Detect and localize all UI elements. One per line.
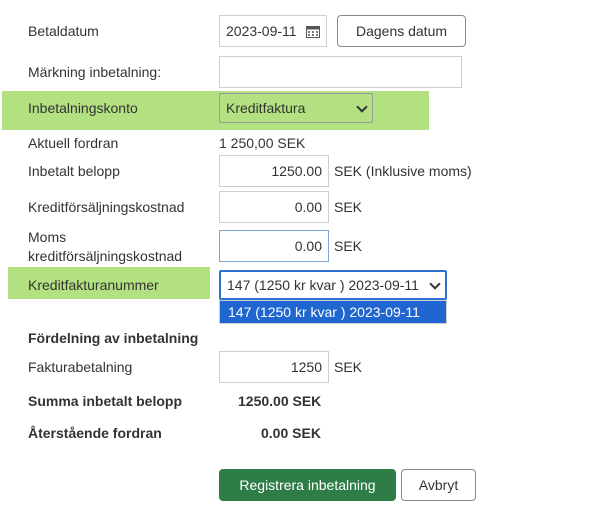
fakturabetalning-unit: SEK <box>334 359 363 375</box>
aterstaende-label: Återstående fordran <box>28 425 162 441</box>
kreditforsaljningskostnad-unit: SEK <box>334 199 363 215</box>
kreditfakturanummer-label: Kreditfakturanummer <box>28 277 159 293</box>
betaldatum-input[interactable]: 2023-09-11 <box>219 15 327 47</box>
aterstaende-value: 0.00 SEK <box>261 425 321 441</box>
aktuell-fordran-label: Aktuell fordran <box>28 135 119 151</box>
fordelning-heading: Fördelning av inbetalning <box>28 330 199 346</box>
inbetalningskonto-select[interactable]: Kreditfaktura <box>219 93 373 123</box>
inbetalningskonto-value: Kreditfaktura <box>226 100 306 116</box>
aktuell-fordran-value: 1 250,00 SEK <box>219 135 306 151</box>
fakturabetalning-input[interactable]: 1250 <box>219 351 329 383</box>
moms-input[interactable]: 0.00 <box>219 230 329 262</box>
markning-input[interactable] <box>219 56 462 88</box>
betaldatum-value: 2023-09-11 <box>226 23 297 39</box>
dropdown-option[interactable]: 147 (1250 kr kvar ) 2023-09-11 <box>220 301 446 323</box>
moms-label-line1: Moms <box>28 229 67 245</box>
kreditforsaljningskostnad-label: Kreditförsäljningskostnad <box>28 199 185 215</box>
dagens-datum-button[interactable]: Dagens datum <box>337 15 466 47</box>
inbetalt-belopp-unit: SEK (Inklusive moms) <box>334 163 472 179</box>
inbetalt-belopp-input[interactable]: 1250.00 <box>219 155 329 187</box>
moms-label-line2: kreditförsäljningskostnad <box>28 248 183 264</box>
fakturabetalning-label: Fakturabetalning <box>28 359 133 375</box>
markning-label: Märkning inbetalning: <box>28 64 162 80</box>
calendar-icon[interactable] <box>306 25 320 38</box>
moms-unit: SEK <box>334 238 363 254</box>
cancel-button[interactable]: Avbryt <box>401 469 476 501</box>
kreditfakturanummer-dropdown: 147 (1250 kr kvar ) 2023-09-11 <box>219 300 447 324</box>
chevron-down-icon <box>356 101 368 113</box>
inbetalt-belopp-label: Inbetalt belopp <box>28 163 120 179</box>
chevron-down-icon <box>429 278 441 290</box>
kreditfakturanummer-select[interactable]: 147 (1250 kr kvar ) 2023-09-11 <box>219 270 447 300</box>
summa-label: Summa inbetalt belopp <box>28 393 183 409</box>
betaldatum-label: Betaldatum <box>28 23 99 39</box>
kreditforsaljningskostnad-input[interactable]: 0.00 <box>219 191 329 223</box>
kreditfakturanummer-value: 147 (1250 kr kvar ) 2023-09-11 <box>227 277 419 293</box>
inbetalningskonto-label: Inbetalningskonto <box>28 100 138 116</box>
summa-value: 1250.00 SEK <box>238 393 322 409</box>
register-payment-button[interactable]: Registrera inbetalning <box>219 469 396 501</box>
